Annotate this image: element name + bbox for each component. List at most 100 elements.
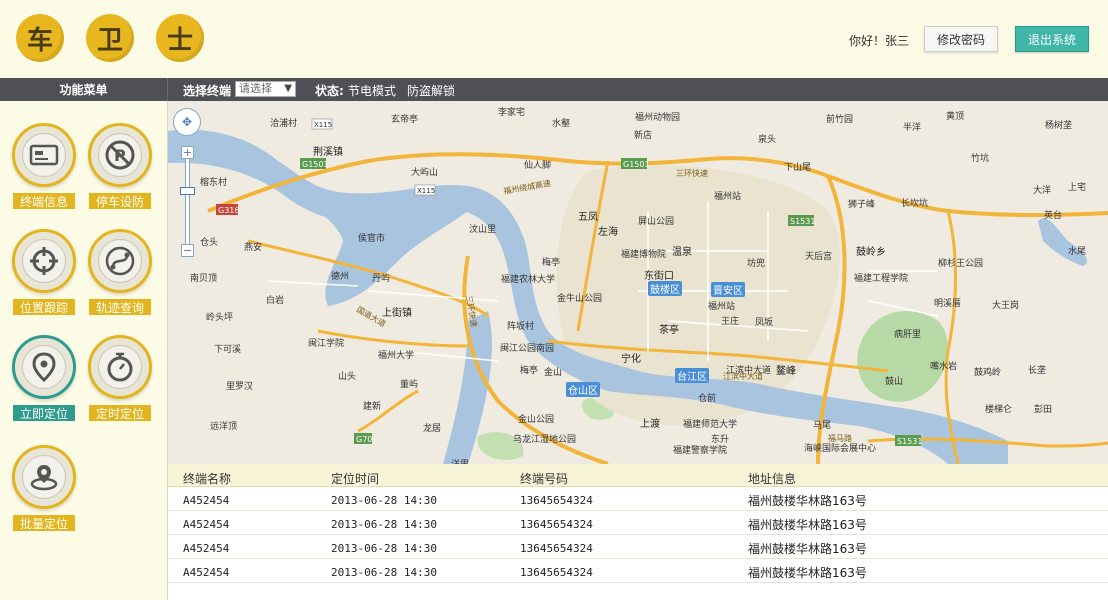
column-header-address: 地址信息 <box>748 472 797 486</box>
map-label: 丹屿 <box>372 274 391 284</box>
sidebar-item-label: 轨迹查询 <box>89 299 151 315</box>
sidebar: 终端信息 P 停车设防 位置跟踪 <box>0 101 168 600</box>
sidebar-item-timed-locate[interactable]: 定时定位 <box>88 335 152 425</box>
pan-control-icon[interactable]: ✥ <box>173 108 201 136</box>
chevron-down-icon: ▼ <box>284 83 292 94</box>
table-row[interactable]: A452454 2013-06-28 14:30 13645654324 福州鼓… <box>168 560 1108 583</box>
table-row[interactable]: A452454 2013-06-28 14:30 13645654324 福州鼓… <box>168 512 1108 535</box>
cell-address: 福州鼓楼华林路163号 <box>748 494 867 508</box>
table-row[interactable]: A452454 2013-06-28 14:30 13645654324 福州鼓… <box>168 536 1108 559</box>
map-label: 嘴水岩 <box>930 362 958 372</box>
map-label: 温泉 <box>672 247 692 258</box>
cell-terminal-number: 13645654324 <box>520 494 593 507</box>
sidebar-item-batch-locate[interactable]: 批量定位 <box>12 445 76 535</box>
toolbar: 功能菜单 选择终端 请选择 ▼ 状态: 节电模式 防盗解锁 <box>0 78 1108 101</box>
map-label: 楼梯仑 <box>985 405 1013 415</box>
map-label: 福建师范大学 <box>683 420 738 430</box>
map-label: 董屿 <box>400 380 419 390</box>
menu-circle <box>12 123 76 187</box>
anti-theft-unlock-link[interactable]: 防盗解锁 <box>407 82 455 99</box>
map-label: 梅亭 <box>542 258 561 268</box>
change-password-button[interactable]: 修改密码 <box>924 26 998 52</box>
terminal-select-value: 请选择 <box>239 82 272 95</box>
terminal-select[interactable]: 请选择 ▼ <box>235 81 296 97</box>
sidebar-item-locate-now[interactable]: 立即定位 <box>12 335 76 425</box>
menu-circle <box>88 335 152 399</box>
sidebar-item-label: 停车设防 <box>89 193 151 209</box>
column-header-terminal-number: 终端号码 <box>520 472 569 486</box>
map-label: 上宅 <box>1068 183 1087 193</box>
terminal-select-label: 选择终端 <box>183 84 232 98</box>
cell-terminal-name: A452454 <box>183 542 230 555</box>
map-label: 鳌峰 <box>776 366 796 377</box>
district-label: 鼓楼区 <box>648 281 682 296</box>
location-pin-icon <box>32 352 56 383</box>
menu-title: 功能菜单 <box>0 78 168 101</box>
map-label: 建新 <box>363 402 382 412</box>
zoom-slider-thumb[interactable] <box>180 187 195 195</box>
sidebar-item-terminal-info[interactable]: 终端信息 <box>12 123 76 213</box>
map-label: 长垄 <box>1028 366 1047 376</box>
map-label: 岭头坪 <box>206 313 234 323</box>
zoom-slider[interactable] <box>185 158 190 248</box>
stopwatch-icon <box>107 352 133 382</box>
map-label: 鼓鸡岭 <box>974 368 1002 378</box>
logo-char-3: 士 <box>156 14 204 62</box>
map-label: 大王岗 <box>992 301 1020 311</box>
crosshair-icon <box>30 247 58 275</box>
cell-terminal-number: 13645654324 <box>520 518 593 531</box>
zoom-out-button[interactable]: − <box>181 244 194 257</box>
map-label: 宁化 <box>621 354 641 365</box>
map-label: 长坎坑 <box>901 199 929 209</box>
map-label: 天后宫 <box>805 252 833 262</box>
map-label: 梅亭 <box>520 366 539 376</box>
district-label: 仓山区 <box>566 382 600 397</box>
logout-button[interactable]: 退出系统 <box>1015 26 1089 52</box>
map-label: 柳杉王公园 <box>938 259 984 269</box>
track-icon <box>105 246 135 276</box>
cell-address: 福州鼓楼华林路163号 <box>748 566 867 580</box>
map-view[interactable]: G1501 G1501 G316 S1531 S1531 G70 X115 X1… <box>168 101 1108 464</box>
map-label: 洋里 <box>451 457 469 464</box>
menu-circle <box>88 229 152 293</box>
district-label: 晋安区 <box>711 282 745 297</box>
map-label: 德州 <box>331 272 350 282</box>
map-label: 金山公园 <box>518 415 555 425</box>
map-label: 上渡 <box>640 419 660 430</box>
sidebar-item-track-query[interactable]: 轨迹查询 <box>88 229 152 319</box>
map-label: 凤坂 <box>755 318 774 328</box>
map-label: 大屿山 <box>411 168 439 178</box>
map-label: 南贝顶 <box>190 274 218 284</box>
cell-locate-time: 2013-06-28 14:30 <box>331 542 437 555</box>
map-label: 闽江学院 <box>308 339 345 349</box>
map-label: 福建博物院 <box>621 250 667 260</box>
map-label: 狮子峰 <box>848 200 876 210</box>
map-label: 金牛山公园 <box>557 294 603 304</box>
header: 车 卫 士 你好！张三 修改密码 退出系统 <box>0 0 1108 78</box>
map-background: G1501 G1501 G316 S1531 S1531 G70 X115 X1… <box>168 101 1108 464</box>
district-label: 台江区 <box>675 368 709 383</box>
map-label: 闽江公园南园 <box>500 344 555 354</box>
sidebar-item-parking-guard[interactable]: P 停车设防 <box>88 123 152 213</box>
svg-text:G1501: G1501 <box>623 160 650 169</box>
terminal-location-table: 终端名称 定位时间 终端号码 地址信息 A452454 2013-06-28 1… <box>168 464 1108 600</box>
map-label: 杨树垄 <box>1045 121 1073 131</box>
map-label: 福建工程学院 <box>854 274 909 284</box>
map-label: 泉头 <box>758 135 777 145</box>
cell-address: 福州鼓楼华林路163号 <box>748 518 867 532</box>
sidebar-item-label: 立即定位 <box>13 405 75 421</box>
map-label: 阵坂村 <box>507 322 535 332</box>
map-label: 里罗汉 <box>226 382 254 392</box>
map-label: 鼓山 <box>885 377 904 387</box>
status-label: 状态: <box>315 84 344 98</box>
sidebar-item-label: 终端信息 <box>13 193 75 209</box>
cell-terminal-number: 13645654324 <box>520 566 593 579</box>
power-save-mode-link[interactable]: 节电模式 <box>348 82 396 99</box>
map-label: 仓前 <box>698 394 717 404</box>
sidebar-item-position-tracking[interactable]: 位置跟踪 <box>12 229 76 319</box>
cell-terminal-name: A452454 <box>183 518 230 531</box>
sidebar-item-label: 批量定位 <box>13 515 75 531</box>
map-zoom-control: ✥ + − <box>173 108 201 257</box>
batch-location-icon <box>30 465 58 491</box>
table-row[interactable]: A452454 2013-06-28 14:30 13645654324 福州鼓… <box>168 488 1108 511</box>
